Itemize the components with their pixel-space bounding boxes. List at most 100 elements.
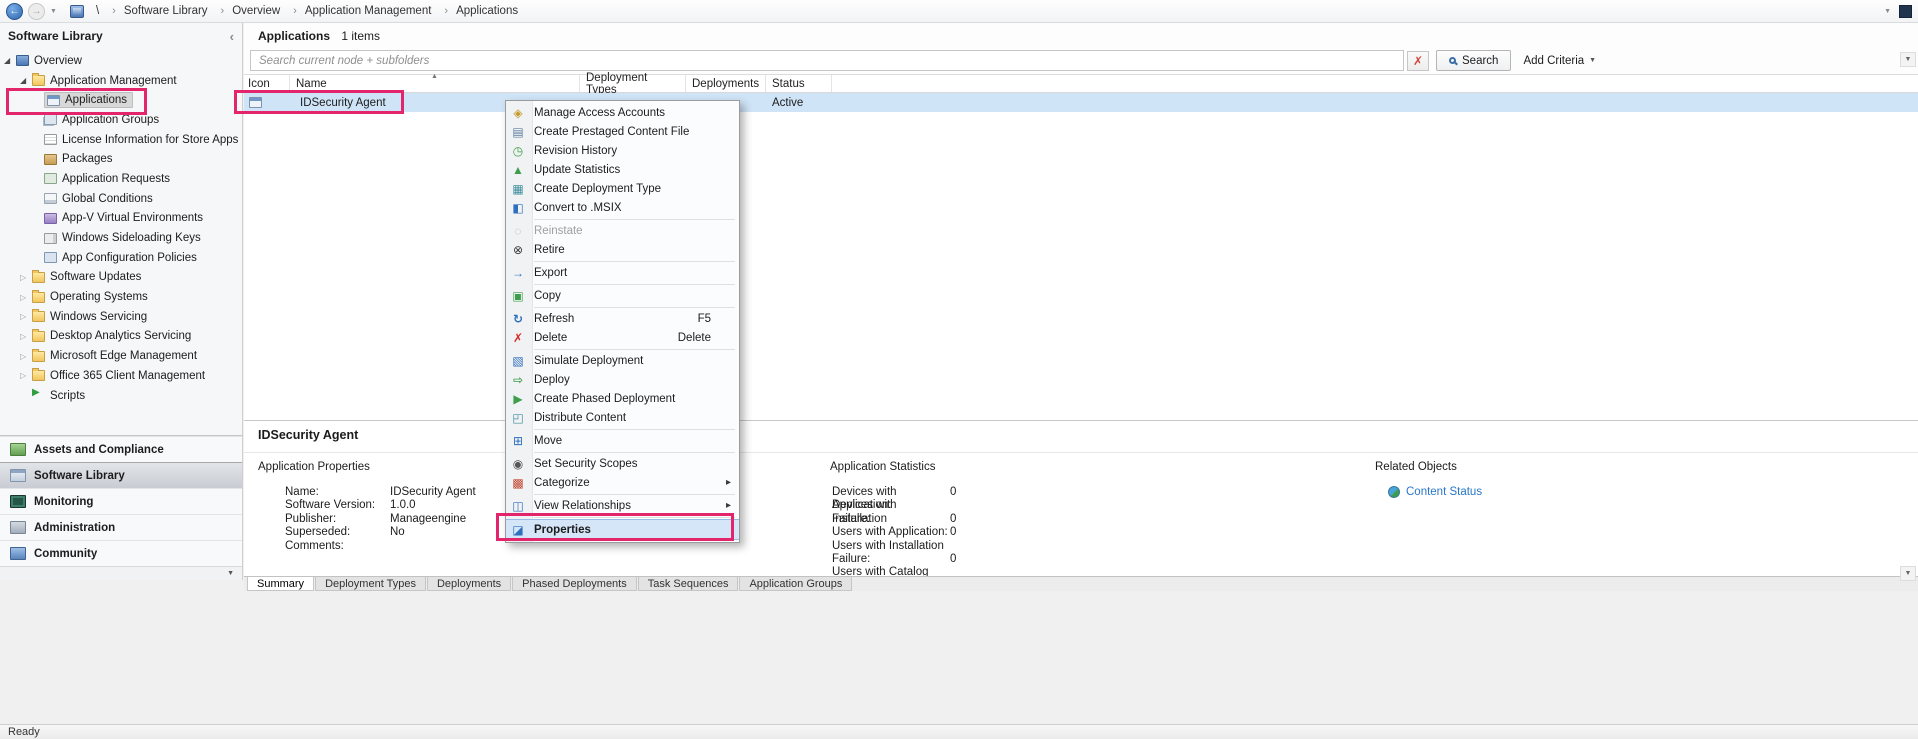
tab-phased-deployments[interactable]: Phased Deployments <box>512 577 637 591</box>
sidebar-item-windows-servicing[interactable]: Windows Servicing <box>0 307 242 327</box>
nav-customize-chevron-icon[interactable] <box>0 566 242 580</box>
tree-item-label: Desktop Analytics Servicing <box>50 330 192 343</box>
menu-item-categorize[interactable]: Categorize <box>506 473 739 492</box>
sidebar-item-office-365-client-management[interactable]: Office 365 Client Management <box>0 366 242 386</box>
column-header-icon[interactable]: Icon <box>244 75 290 92</box>
statistic-row: Devices with Application: 0 <box>830 486 1290 511</box>
collapse-search-chevron-icon[interactable] <box>1900 52 1916 67</box>
menu-item-create-deployment-type[interactable]: Create Deployment Type <box>506 179 739 198</box>
cell-status: Active <box>766 93 832 112</box>
sidebar-collapse-icon[interactable] <box>230 30 234 43</box>
sidebar-item-global-conditions[interactable]: Global Conditions <box>0 189 242 209</box>
sidebar-item-app-configuration-policies[interactable]: App Configuration Policies <box>0 248 242 268</box>
menu-item-distribute-content[interactable]: Distribute Content <box>506 408 739 427</box>
sidebar-item-application-requests[interactable]: Application Requests <box>0 169 242 189</box>
tree-item-label: Application Requests <box>62 172 171 185</box>
menu-item-create-phased-deployment[interactable]: Create Phased Deployment <box>506 389 739 408</box>
sidebar-title: Software Library <box>8 29 103 43</box>
sidebar-item-scripts[interactable]: Scripts <box>0 386 242 406</box>
sidebar-header: Software Library <box>0 23 242 49</box>
tree-expander-collapsed-icon[interactable] <box>20 371 32 380</box>
page-title: Applications 1 items <box>258 29 380 43</box>
menu-shortcut: Delete <box>677 331 711 344</box>
tree-expander-expanded-icon[interactable] <box>20 76 32 85</box>
properties-icon <box>510 522 526 538</box>
sidebar-item-packages[interactable]: Packages <box>0 149 242 169</box>
breadcrumb-item-software-library[interactable]: Software Library <box>104 5 208 17</box>
tree-expander-expanded-icon[interactable] <box>4 56 16 65</box>
clear-search-icon[interactable] <box>1407 50 1429 71</box>
sidebar-item-overview[interactable]: Overview <box>0 51 242 71</box>
tree-expander-collapsed-icon[interactable] <box>20 293 32 302</box>
content-status-link[interactable]: Content Status <box>1406 486 1482 498</box>
back-button[interactable] <box>6 2 23 20</box>
property-value: 1.0.0 <box>390 499 416 512</box>
menu-item-revision-history[interactable]: Revision History <box>506 141 739 160</box>
sidebar-item-application-groups[interactable]: Application Groups <box>0 110 242 130</box>
history-dropdown-icon[interactable] <box>50 8 57 15</box>
folder-icon <box>32 348 45 362</box>
menu-item-copy[interactable]: Copy <box>506 286 739 305</box>
menu-item-retire[interactable]: Retire <box>506 240 739 259</box>
tree-item-label: Global Conditions <box>62 192 153 205</box>
tab-application-groups[interactable]: Application Groups <box>739 577 853 591</box>
breadcrumb-root[interactable]: \ <box>96 5 99 17</box>
sidebar-item-software-updates[interactable]: Software Updates <box>0 268 242 288</box>
menu-item-refresh[interactable]: Refresh F5 <box>506 309 739 328</box>
column-header-name[interactable]: Name <box>290 75 580 92</box>
menu-item-export[interactable]: Export <box>506 263 739 282</box>
sidebar-nav-administration[interactable]: Administration <box>0 514 242 540</box>
add-criteria-button[interactable]: Add Criteria <box>1523 55 1596 67</box>
menu-item-delete[interactable]: Delete Delete <box>506 328 739 347</box>
menu-item-simulate-deployment[interactable]: Simulate Deployment <box>506 351 739 370</box>
tree-expander-collapsed-icon[interactable] <box>20 352 32 361</box>
breadcrumb-item-application-management[interactable]: Application Management <box>285 5 432 17</box>
tree-expander-collapsed-icon[interactable] <box>20 273 32 282</box>
menu-item-convert-to-msix[interactable]: Convert to .MSIX <box>506 198 739 217</box>
toolbar-chevron-down-icon[interactable] <box>1884 8 1891 15</box>
sidebar-item-app-v-virtual-environments[interactable]: App-V Virtual Environments <box>0 209 242 229</box>
menu-item-create-prestaged-content-file[interactable]: Create Prestaged Content File <box>506 122 739 141</box>
sidebar-item-operating-systems[interactable]: Operating Systems <box>0 287 242 307</box>
application-row-icon <box>249 97 262 108</box>
table-row[interactable]: IDSecurity Agent Active <box>244 93 1918 112</box>
forward-button[interactable] <box>28 2 45 20</box>
related-objects-header: Related Objects <box>1375 461 1457 473</box>
search-input[interactable] <box>250 50 1404 71</box>
sidebar-nav-monitoring[interactable]: Monitoring <box>0 488 242 514</box>
menu-item-deploy[interactable]: Deploy <box>506 370 739 389</box>
tree-expander-collapsed-icon[interactable] <box>20 312 32 321</box>
menu-item-set-security-scopes[interactable]: Set Security Scopes <box>506 454 739 473</box>
menu-item-update-statistics[interactable]: Update Statistics <box>506 160 739 179</box>
column-header-deployments[interactable]: Deployments <box>686 75 766 92</box>
sidebar-item-license-information-for-store-apps[interactable]: License Information for Store Apps <box>0 130 242 150</box>
column-header-status[interactable]: Status <box>766 75 832 92</box>
menu-separator <box>534 493 735 495</box>
sidebar-item-microsoft-edge-management[interactable]: Microsoft Edge Management <box>0 346 242 366</box>
navigation-tree: Overview Application Management Applicat… <box>0 49 242 435</box>
sidebar-item-desktop-analytics-servicing[interactable]: Desktop Analytics Servicing <box>0 327 242 347</box>
breadcrumb-item-applications[interactable]: Applications <box>436 5 518 17</box>
breadcrumb-item-overview[interactable]: Overview <box>213 5 280 17</box>
column-header-deployment-types[interactable]: Deployment Types <box>580 72 686 96</box>
sidebar-nav-software-library[interactable]: Software Library <box>0 462 242 488</box>
search-button[interactable]: Search <box>1436 50 1512 71</box>
menu-separator <box>534 451 735 453</box>
scroll-down-icon[interactable] <box>1900 566 1916 581</box>
sidebar-nav-assets-and-compliance[interactable]: Assets and Compliance <box>0 436 242 462</box>
menu-item-move[interactable]: Move <box>506 431 739 450</box>
menu-item-view-relationships[interactable]: View Relationships <box>506 496 739 515</box>
menu-item-manage-access-accounts[interactable]: Manage Access Accounts <box>506 103 739 122</box>
tab-deployment-types[interactable]: Deployment Types <box>315 577 426 591</box>
menu-item-label: Convert to .MSIX <box>534 201 622 214</box>
tab-deployments[interactable]: Deployments <box>426 577 512 591</box>
sidebar-item-application-management[interactable]: Application Management <box>0 71 242 91</box>
tree-expander-collapsed-icon[interactable] <box>20 332 32 341</box>
tab-summary[interactable]: Summary <box>247 577 315 591</box>
sidebar-nav-community[interactable]: Community <box>0 540 242 566</box>
sidebar-item-windows-sideloading-keys[interactable]: Windows Sideloading Keys <box>0 228 242 248</box>
tab-task-sequences[interactable]: Task Sequences <box>637 577 739 591</box>
menu-item-properties[interactable]: Properties <box>506 519 739 540</box>
sidebar-item-applications[interactable]: Applications <box>0 90 242 110</box>
status-badge: Active <box>772 96 804 109</box>
